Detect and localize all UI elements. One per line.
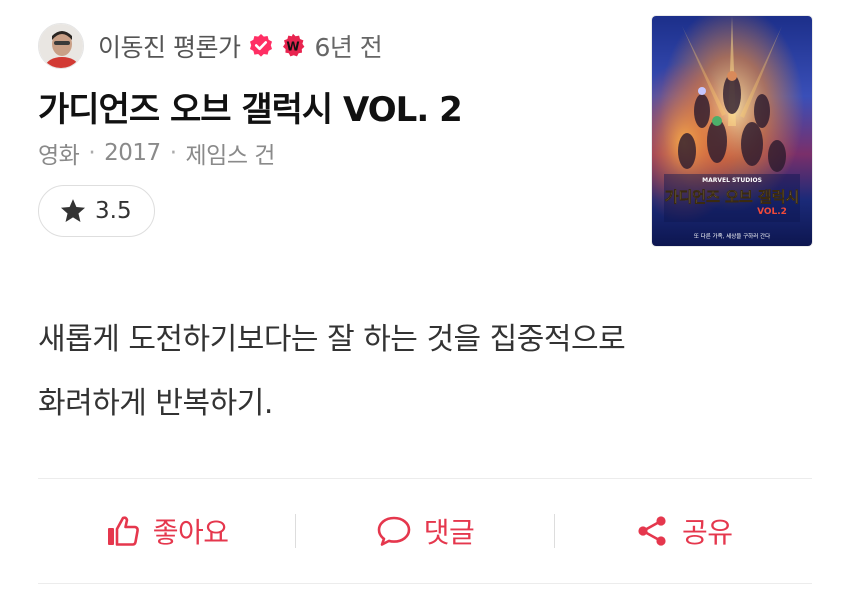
like-label: 좋아요 (152, 516, 229, 549)
action-bar: 좋아요 댓글 공유 (38, 479, 812, 583)
star-icon (60, 199, 86, 222)
divider (38, 583, 812, 584)
comment-label: 댓글 (423, 516, 475, 549)
author-name[interactable]: 이동진 평론가 (98, 28, 241, 64)
movie-category: 영화 (38, 143, 80, 169)
verified-icon (250, 34, 273, 57)
movie-poster[interactable]: MARVEL STUDIOS 가디언즈 오브 갤럭시 VOL.2 또 다른 가족… (652, 16, 812, 246)
time-ago: 6년 전 (314, 33, 383, 62)
review-body-line: 화려하게 반복하기. (38, 386, 273, 421)
comment-button[interactable]: 댓글 (296, 511, 553, 551)
avatar-image (39, 24, 83, 68)
review-header: 이동진 평론가 W 6년 전 (38, 22, 383, 70)
share-label: 공유 (682, 516, 733, 549)
movie-title[interactable]: 가디언즈 오브 갤럭시 VOL. 2 (38, 82, 463, 131)
thumbs-up-icon (107, 516, 139, 546)
share-button[interactable]: 공유 (555, 511, 812, 551)
movie-year: 2017 (104, 140, 161, 166)
poster-title: 가디언즈 오브 갤럭시 (665, 188, 800, 206)
speech-bubble-icon (377, 516, 411, 546)
badge-letter: W (287, 40, 300, 54)
poster-vol: VOL.2 (757, 207, 787, 217)
avatar[interactable] (38, 23, 84, 69)
poster-image: MARVEL STUDIOS 가디언즈 오브 갤럭시 VOL.2 또 다른 가족… (652, 16, 812, 246)
review-body: 새롭게 도전하기보다는 잘 하는 것을 집중적으로 화려하게 반복하기. (38, 308, 798, 436)
like-button[interactable]: 좋아요 (38, 511, 295, 551)
meta-separator: · (169, 140, 177, 166)
movie-meta: 영화 · 2017 · 제임스 건 (38, 136, 275, 170)
meta-separator: · (88, 140, 96, 166)
rating-value: 3.5 (95, 198, 132, 224)
movie-director: 제임스 건 (185, 143, 276, 169)
rating-badge: 3.5 (38, 185, 155, 237)
poster-studio: MARVEL STUDIOS (702, 177, 762, 184)
poster-tagline: 또 다른 가족, 세상을 구하러 간다 (694, 232, 770, 240)
share-icon (638, 516, 666, 546)
review-body-line: 새롭게 도전하기보다는 잘 하는 것을 집중적으로 (38, 322, 626, 357)
watcha-badge-icon: W (283, 33, 305, 57)
